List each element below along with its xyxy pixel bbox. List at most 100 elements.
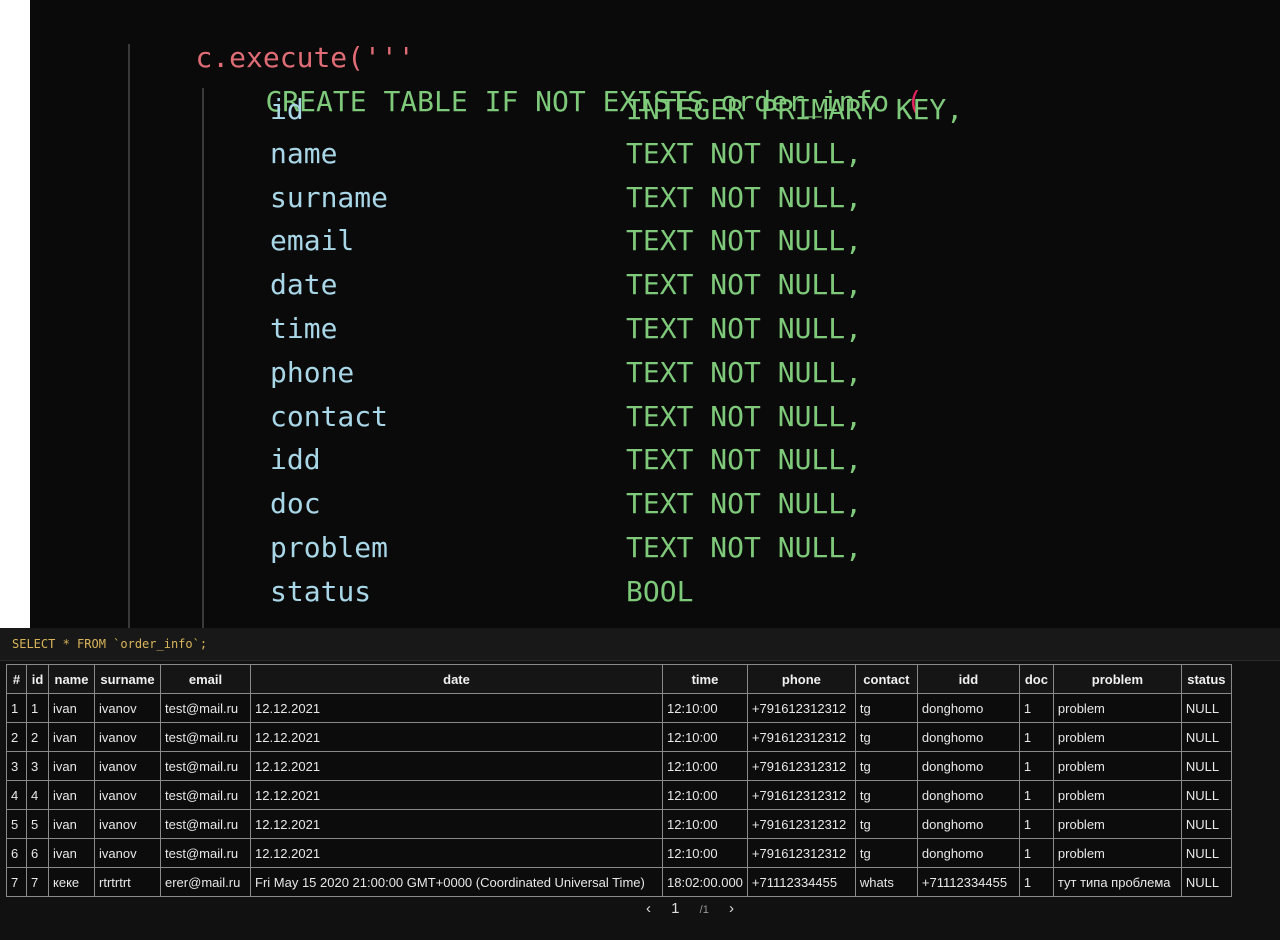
- column-header[interactable]: name: [48, 664, 95, 694]
- table-cell[interactable]: problem: [1052, 722, 1182, 752]
- column-header[interactable]: surname: [94, 664, 161, 694]
- table-cell[interactable]: tg: [854, 722, 918, 752]
- table-row[interactable]: 4 4 ivan ivanov test@mail.ru 12.12.2021 12:10:…: [6, 780, 1232, 810]
- table-cell[interactable]: test@mail.ru: [160, 838, 251, 868]
- column-header[interactable]: date: [250, 664, 663, 694]
- column-header[interactable]: id: [26, 664, 49, 694]
- table-cell[interactable]: 7: [26, 867, 49, 897]
- table-cell[interactable]: ivanov: [94, 693, 161, 723]
- table-cell[interactable]: problem: [1052, 693, 1182, 723]
- table-cell[interactable]: 18:02:00.000: [662, 867, 748, 897]
- table-cell[interactable]: ivan: [48, 751, 95, 781]
- table-cell[interactable]: donghomo: [916, 693, 1020, 723]
- table-cell[interactable]: tg: [854, 780, 918, 810]
- table-cell[interactable]: ivanov: [94, 809, 161, 839]
- table-row[interactable]: 5 5 ivan ivanov test@mail.ru 12.12.2021 12:10:…: [6, 809, 1232, 839]
- table-cell[interactable]: donghomo: [916, 838, 1020, 868]
- table-cell[interactable]: 12:10:00: [662, 809, 748, 839]
- table-cell[interactable]: donghomo: [916, 751, 1020, 781]
- table-cell[interactable]: test@mail.ru: [160, 722, 251, 752]
- table-cell[interactable]: ivan: [48, 693, 95, 723]
- table-cell[interactable]: donghomo: [916, 722, 1020, 752]
- table-cell[interactable]: 3: [26, 751, 49, 781]
- column-header[interactable]: email: [160, 664, 251, 694]
- table-cell[interactable]: 1: [1018, 867, 1054, 897]
- table-cell[interactable]: 1: [1018, 722, 1054, 752]
- table-cell[interactable]: 12:10:00: [662, 693, 748, 723]
- table-row[interactable]: 7 7 кеке rtrtrtrt erer@mail.ru Fri May 15 202…: [6, 867, 1232, 897]
- column-header[interactable]: doc: [1018, 664, 1054, 694]
- table-cell[interactable]: 1: [6, 693, 27, 723]
- table-cell[interactable]: 1: [1018, 693, 1054, 723]
- table-cell[interactable]: tg: [854, 809, 918, 839]
- table-cell[interactable]: NULL: [1180, 751, 1232, 781]
- table-cell[interactable]: whats: [854, 867, 918, 897]
- table-cell[interactable]: 12:10:00: [662, 780, 748, 810]
- table-cell[interactable]: tg: [854, 693, 918, 723]
- table-cell[interactable]: +71112334455: [746, 867, 856, 897]
- table-cell[interactable]: +791612312312: [746, 838, 856, 868]
- table-cell[interactable]: 7: [6, 867, 27, 897]
- table-row[interactable]: 1 1 ivan ivanov test@mail.ru 12.12.2021 12:10:…: [6, 693, 1232, 723]
- table-cell[interactable]: ivan: [48, 780, 95, 810]
- prev-page-button[interactable]: ‹: [646, 900, 651, 917]
- table-cell[interactable]: donghomo: [916, 809, 1020, 839]
- table-cell[interactable]: rtrtrtrt: [94, 867, 161, 897]
- table-cell[interactable]: NULL: [1180, 809, 1232, 839]
- table-cell[interactable]: test@mail.ru: [160, 693, 251, 723]
- table-cell[interactable]: 5: [26, 809, 49, 839]
- table-cell[interactable]: NULL: [1180, 780, 1232, 810]
- table-cell[interactable]: problem: [1052, 809, 1182, 839]
- table-cell[interactable]: 2: [26, 722, 49, 752]
- table-cell[interactable]: 5: [6, 809, 27, 839]
- table-cell[interactable]: test@mail.ru: [160, 751, 251, 781]
- table-cell[interactable]: problem: [1052, 751, 1182, 781]
- next-page-button[interactable]: ›: [729, 900, 734, 917]
- column-header[interactable]: time: [662, 664, 748, 694]
- table-cell[interactable]: +791612312312: [746, 809, 856, 839]
- table-row[interactable]: 3 3 ivan ivanov test@mail.ru 12.12.2021 12:10:…: [6, 751, 1232, 781]
- table-cell[interactable]: tg: [854, 751, 918, 781]
- table-cell[interactable]: 3: [6, 751, 27, 781]
- table-cell[interactable]: problem: [1052, 780, 1182, 810]
- table-cell[interactable]: 12.12.2021: [250, 838, 663, 868]
- table-cell[interactable]: 6: [6, 838, 27, 868]
- table-cell[interactable]: ivanov: [94, 838, 161, 868]
- table-cell[interactable]: ivan: [48, 838, 95, 868]
- column-header[interactable]: idd: [916, 664, 1020, 694]
- table-cell[interactable]: 2: [6, 722, 27, 752]
- table-row[interactable]: 2 2 ivan ivanov test@mail.ru 12.12.2021 12:10:…: [6, 722, 1232, 752]
- table-cell[interactable]: 4: [6, 780, 27, 810]
- table-cell[interactable]: 1: [1018, 751, 1054, 781]
- table-cell[interactable]: 12.12.2021: [250, 693, 663, 723]
- table-cell[interactable]: test@mail.ru: [160, 780, 251, 810]
- table-cell[interactable]: кеке: [48, 867, 95, 897]
- column-header[interactable]: phone: [746, 664, 856, 694]
- table-cell[interactable]: 12:10:00: [662, 751, 748, 781]
- table-cell[interactable]: 4: [26, 780, 49, 810]
- query-bar[interactable]: SELECT * FROM `order_info`;: [0, 628, 1280, 661]
- table-cell[interactable]: ivanov: [94, 722, 161, 752]
- table-cell[interactable]: 1: [1018, 838, 1054, 868]
- table-cell[interactable]: 12:10:00: [662, 722, 748, 752]
- table-cell[interactable]: tg: [854, 838, 918, 868]
- table-cell[interactable]: 1: [26, 693, 49, 723]
- table-cell[interactable]: ivan: [48, 722, 95, 752]
- table-cell[interactable]: +71112334455: [916, 867, 1020, 897]
- table-cell[interactable]: ivanov: [94, 780, 161, 810]
- table-cell[interactable]: erer@mail.ru: [160, 867, 251, 897]
- table-cell[interactable]: +791612312312: [746, 780, 856, 810]
- table-cell[interactable]: 12.12.2021: [250, 780, 663, 810]
- column-header[interactable]: status: [1180, 664, 1232, 694]
- table-cell[interactable]: NULL: [1180, 867, 1232, 897]
- column-header[interactable]: problem: [1052, 664, 1182, 694]
- table-cell[interactable]: Fri May 15 2020 21:00:00 GMT+0000 (Coord…: [250, 867, 663, 897]
- table-cell[interactable]: 1: [1018, 780, 1054, 810]
- table-cell[interactable]: 12.12.2021: [250, 809, 663, 839]
- table-cell[interactable]: +791612312312: [746, 722, 856, 752]
- table-cell[interactable]: donghomo: [916, 780, 1020, 810]
- table-cell[interactable]: +791612312312: [746, 751, 856, 781]
- table-cell[interactable]: 1: [1018, 809, 1054, 839]
- table-cell[interactable]: 6: [26, 838, 49, 868]
- code-editor[interactable]: c.execute(''' CREATE TABLE IF NOT EXISTS…: [30, 0, 1280, 628]
